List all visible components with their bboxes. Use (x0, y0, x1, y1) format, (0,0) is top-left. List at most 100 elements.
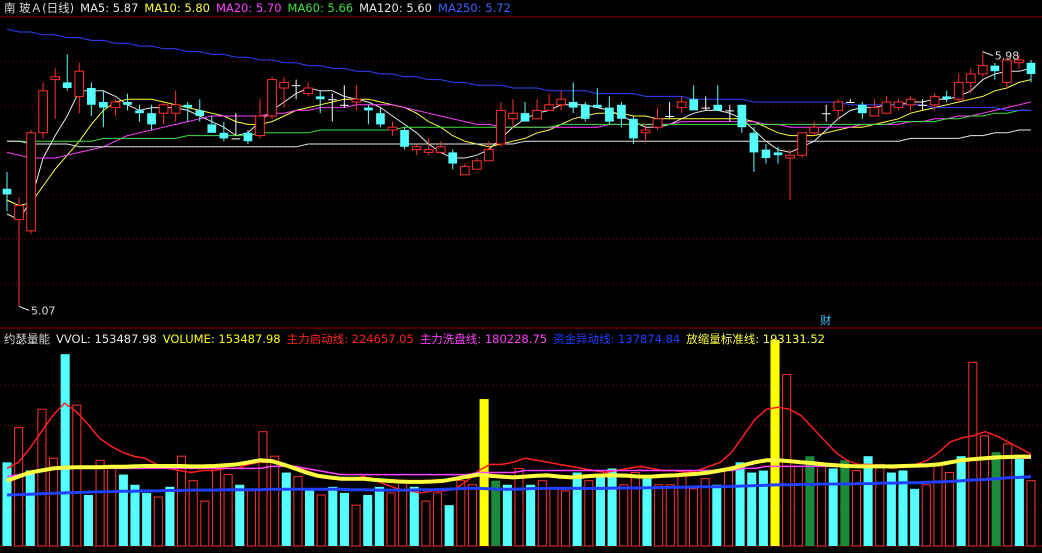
ma-indicator-1: MA10: 5.80 (144, 1, 210, 15)
volume-bar (165, 486, 175, 546)
volume-bar (409, 486, 419, 546)
candle-body (315, 96, 325, 100)
candle-body (496, 109, 506, 145)
candle-body (797, 132, 807, 156)
volume-bar (153, 496, 163, 547)
candle-body (38, 90, 48, 134)
candle-body (135, 110, 144, 114)
volume-bar (200, 500, 210, 547)
price-header: 南 玻Ａ(日线) MA5: 5.87 MA10: 5.80 MA20: 5.70 MA6… (4, 1, 523, 15)
volume-bar (2, 462, 12, 546)
vol-indicator-0: VVOL: 153487.98 (56, 332, 157, 346)
candle-body (833, 101, 844, 111)
candle-body (676, 101, 687, 109)
candle-body (869, 107, 880, 117)
candle-body (990, 65, 1000, 72)
candle-body (1026, 62, 1036, 74)
candle-body (376, 113, 385, 125)
candle-body (689, 99, 699, 111)
candle-body (858, 104, 867, 114)
candle-body (893, 101, 904, 109)
volume-bar (246, 490, 256, 547)
volume-bar (223, 474, 233, 547)
volume-bar (14, 427, 24, 547)
candle-body (339, 104, 349, 106)
candle-body (592, 104, 602, 108)
volume-bar (654, 484, 664, 547)
volume-bar (211, 467, 221, 547)
volume-bar (921, 484, 931, 547)
candle-body (881, 101, 892, 114)
volume-bar (665, 484, 675, 547)
high-pointer (982, 51, 993, 57)
candle-body (665, 116, 674, 117)
volume-bar (723, 469, 733, 547)
candle-body (99, 102, 108, 108)
volume-bar (328, 486, 338, 546)
candle-body (158, 104, 169, 114)
candle-body (303, 87, 314, 95)
candle-body (605, 107, 614, 122)
ma-indicator-2: MA20: 5.70 (215, 1, 282, 15)
volume-bar (49, 457, 59, 547)
volume-bar (351, 504, 361, 547)
candlestick-chart[interactable]: 5.98 5.07 财 (0, 0, 1042, 549)
volume-bar (712, 484, 722, 546)
volume-bar (956, 456, 966, 546)
candle-body (351, 98, 362, 103)
ma-indicator-4: MA120: 5.60 (359, 1, 432, 15)
volume-bar (747, 472, 757, 546)
volume-bar (537, 480, 547, 547)
candle-body (364, 107, 373, 111)
candle-body (423, 149, 434, 153)
candle-body (761, 149, 771, 158)
candle-body (1002, 59, 1012, 83)
volume-bar (572, 472, 582, 546)
candle-body (580, 104, 590, 119)
candle-body (123, 102, 132, 105)
candle-body (26, 132, 36, 232)
volume-bar (444, 505, 454, 546)
vol-indicator-2: 主力启动线: 224657.05 (286, 332, 414, 346)
volume-bar (130, 484, 140, 546)
volume-bar (502, 484, 512, 546)
volume-bar (107, 467, 117, 547)
candle-body (508, 112, 518, 120)
volume-bar (37, 408, 47, 547)
candle-body (50, 76, 61, 81)
candle-body (219, 132, 229, 139)
volume-bar (374, 486, 384, 546)
candle-body (471, 160, 482, 170)
chart-stage: 5.98 5.07 财 南 玻Ａ(日线) MA5: 5.87 MA10: 5.80 MA2… (0, 0, 1042, 549)
volume-bar (584, 480, 594, 547)
volume-bar (875, 463, 885, 547)
candle-body (231, 138, 241, 140)
volume-bar (945, 472, 955, 547)
volume-bar (142, 492, 152, 546)
candle-body (183, 104, 193, 108)
candle-body (255, 115, 265, 137)
candle-body (14, 205, 24, 221)
candle-body (640, 129, 651, 134)
volume-bar (689, 488, 699, 547)
volume-bar-green (991, 452, 1001, 546)
low-pointer (18, 305, 30, 311)
candle-body (773, 152, 783, 156)
vol-indicator-3: 主力洗盘线: 180228.75 (419, 332, 548, 346)
candle-body (62, 82, 72, 88)
volume-bar-highlight (770, 339, 780, 546)
volume-bar (933, 463, 943, 547)
candle-body (905, 98, 916, 106)
high-price-label: 5.98 (995, 50, 1020, 63)
candle-body (544, 104, 554, 111)
volume-bar-green (840, 460, 850, 546)
candle-body (953, 81, 964, 100)
volume-bar (817, 463, 827, 547)
volume-bar (339, 492, 349, 546)
volume-bar (25, 470, 35, 546)
volume-bar (456, 480, 466, 547)
volume-bar (851, 469, 861, 547)
candle-body (400, 130, 409, 147)
candle-body (845, 102, 855, 103)
volume-bar (968, 361, 978, 547)
